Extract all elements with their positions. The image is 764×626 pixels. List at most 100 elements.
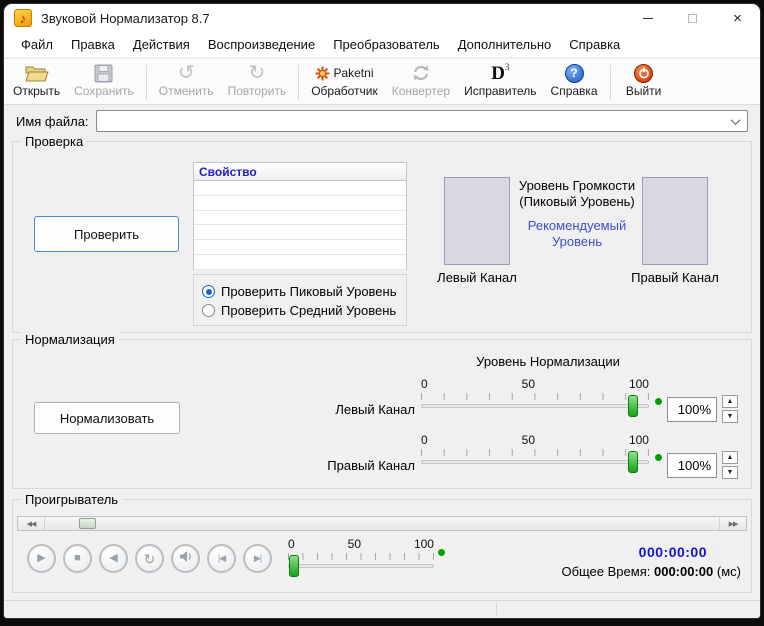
scale-min-label: 0 <box>421 434 428 447</box>
right-channel-meter <box>642 177 708 265</box>
menu-item-converter[interactable]: Преобразователь <box>324 32 449 57</box>
power-icon <box>634 64 653 83</box>
total-time-value: 000:00:00 <box>654 564 713 579</box>
toolbar-separator <box>298 65 299 100</box>
repeat-icon: ↻ <box>144 552 156 566</box>
fixer-sup-glyph: 3 <box>505 62 510 72</box>
left-spin-down-button[interactable]: ▼ <box>722 410 738 423</box>
toolbar-open-label: Открыть <box>13 84 60 99</box>
left-channel-meter-label: Левый Канал <box>411 270 543 285</box>
toolbar-save-button[interactable]: Сохранить <box>67 61 141 104</box>
toolbar-separator <box>610 65 611 100</box>
left-channel-slider-label: Левый Канал <box>297 402 415 417</box>
left-channel-meter <box>444 177 510 265</box>
toolbar-help-button[interactable]: ? Справка <box>544 61 605 104</box>
menu-item-advanced[interactable]: Дополнительно <box>449 32 561 57</box>
scale-max-label: 100 <box>629 434 649 447</box>
slider-scale: 0 50 100 <box>421 434 649 447</box>
dropdown-arrow-icon[interactable] <box>723 111 747 131</box>
menu-item-help[interactable]: Справка <box>560 32 629 57</box>
rewind-button[interactable]: ◀ <box>99 544 128 573</box>
normalization-group-title: Нормализация <box>21 332 119 347</box>
toolbar-exit-button[interactable]: Выйти <box>616 61 672 104</box>
client-area: Имя файла: Проверка Проверить Свойство <box>4 106 760 600</box>
menu-bar: Файл Правка Действия Воспроизведение Пре… <box>4 32 760 58</box>
table-row <box>194 240 406 255</box>
toolbar-open-button[interactable]: Открыть <box>6 61 67 104</box>
play-button[interactable]: ▶ <box>27 544 56 573</box>
titlebar: ♪ Звуковой Нормализатор 8.7 × <box>4 4 760 32</box>
slider-ticks <box>421 393 649 400</box>
trackbar-left-arrows-icon[interactable]: ◀◀ <box>18 520 44 528</box>
toolbar-fixer-button[interactable]: D 3 Исправитель <box>457 61 543 104</box>
radio-peak-level[interactable]: Проверить Пиковый Уровень <box>202 282 398 301</box>
status-bar-divider <box>496 603 497 616</box>
filename-combobox[interactable] <box>96 110 748 132</box>
undo-icon: ↺ <box>178 62 195 84</box>
converter-icon <box>411 62 431 84</box>
slider-scale: 0 50 100 <box>288 538 434 551</box>
table-row <box>194 211 406 226</box>
trackbar-thumb[interactable] <box>79 518 96 529</box>
total-time-label: Общее Время: <box>561 564 650 579</box>
right-spin-up-button[interactable]: ▲ <box>722 451 738 464</box>
radio-average-level[interactable]: Проверить Средний Уровень <box>202 301 398 320</box>
repeat-button[interactable]: ↻ <box>135 544 164 573</box>
minimize-button[interactable] <box>625 4 670 32</box>
position-trackbar[interactable]: ◀◀ ▶▶ <box>17 516 747 531</box>
scale-max-label: 100 <box>414 538 434 551</box>
table-row <box>194 181 406 196</box>
scale-mid-label: 50 <box>522 434 535 447</box>
normalization-group: Нормализация Уровень Нормализации Нормал… <box>12 339 752 489</box>
slider-track <box>421 404 649 408</box>
app-icon: ♪ <box>14 9 32 27</box>
right-level-spinbox[interactable]: 100% <box>667 453 717 478</box>
speaker-icon <box>179 550 193 568</box>
maximize-button[interactable] <box>670 4 715 32</box>
player-position-slider[interactable]: 0 50 100 <box>288 538 434 578</box>
slider-max-dot-icon <box>655 398 662 405</box>
properties-table[interactable]: Свойство <box>193 162 407 270</box>
toolbar-exit-label: Выйти <box>626 84 662 99</box>
normalize-button[interactable]: Нормализовать <box>34 402 180 434</box>
radio-peak-label: Проверить Пиковый Уровень <box>221 284 397 299</box>
toolbar-undo-button[interactable]: ↺ Отменить <box>152 61 221 104</box>
check-mode-group: Проверить Пиковый Уровень Проверить Сред… <box>193 274 407 326</box>
toolbar-converter-label: Конвертер <box>392 84 450 99</box>
previous-button[interactable]: |◀ <box>207 544 236 573</box>
elapsed-time: 000:00:00 <box>561 544 707 560</box>
trackbar-right-arrows-icon[interactable]: ▶▶ <box>720 520 746 528</box>
close-button[interactable]: × <box>715 4 760 32</box>
play-icon: ▶ <box>37 553 45 564</box>
left-normalization-slider[interactable]: 0 50 100 <box>421 378 649 418</box>
volume-level-text: Уровень Громкости (Пиковый Уровень) Реко… <box>511 178 643 250</box>
toolbar-redo-label: Повторить <box>228 84 287 99</box>
recommended-level-link[interactable]: Рекомендуемый Уровень <box>522 218 632 250</box>
trackbar-groove[interactable] <box>44 517 720 530</box>
slider-ticks <box>288 553 434 560</box>
left-slider-handle[interactable] <box>628 395 638 417</box>
check-button[interactable]: Проверить <box>34 216 179 252</box>
stop-button[interactable]: ■ <box>63 544 92 573</box>
chevron-down-icon <box>730 115 740 125</box>
right-spin-down-button[interactable]: ▼ <box>722 466 738 479</box>
player-slider-handle[interactable] <box>289 555 299 577</box>
volume-button[interactable] <box>171 544 200 573</box>
toolbar-batch-button[interactable]: Paketni Обработчик <box>304 61 385 104</box>
menu-item-actions[interactable]: Действия <box>124 32 199 57</box>
properties-table-header: Свойство <box>194 163 406 181</box>
menu-item-playback[interactable]: Воспроизведение <box>199 32 324 57</box>
menu-item-file[interactable]: Файл <box>12 32 62 57</box>
menu-item-edit[interactable]: Правка <box>62 32 124 57</box>
time-display: 000:00:00 Общее Время: 000:00:00 (мс) <box>561 544 741 579</box>
toolbar-converter-button[interactable]: Конвертер <box>385 61 457 104</box>
exit-icon <box>634 62 653 84</box>
player-group: Проигрыватель ◀◀ ▶▶ ▶ ■ ◀ ↻ <box>12 499 752 593</box>
right-slider-handle[interactable] <box>628 451 638 473</box>
slider-max-dot-icon <box>655 454 662 461</box>
right-normalization-slider[interactable]: 0 50 100 <box>421 434 649 474</box>
left-level-spinbox[interactable]: 100% <box>667 397 717 422</box>
next-button[interactable]: ▶| <box>243 544 272 573</box>
toolbar-redo-button[interactable]: ↻ Повторить <box>221 61 294 104</box>
left-spin-up-button[interactable]: ▲ <box>722 395 738 408</box>
